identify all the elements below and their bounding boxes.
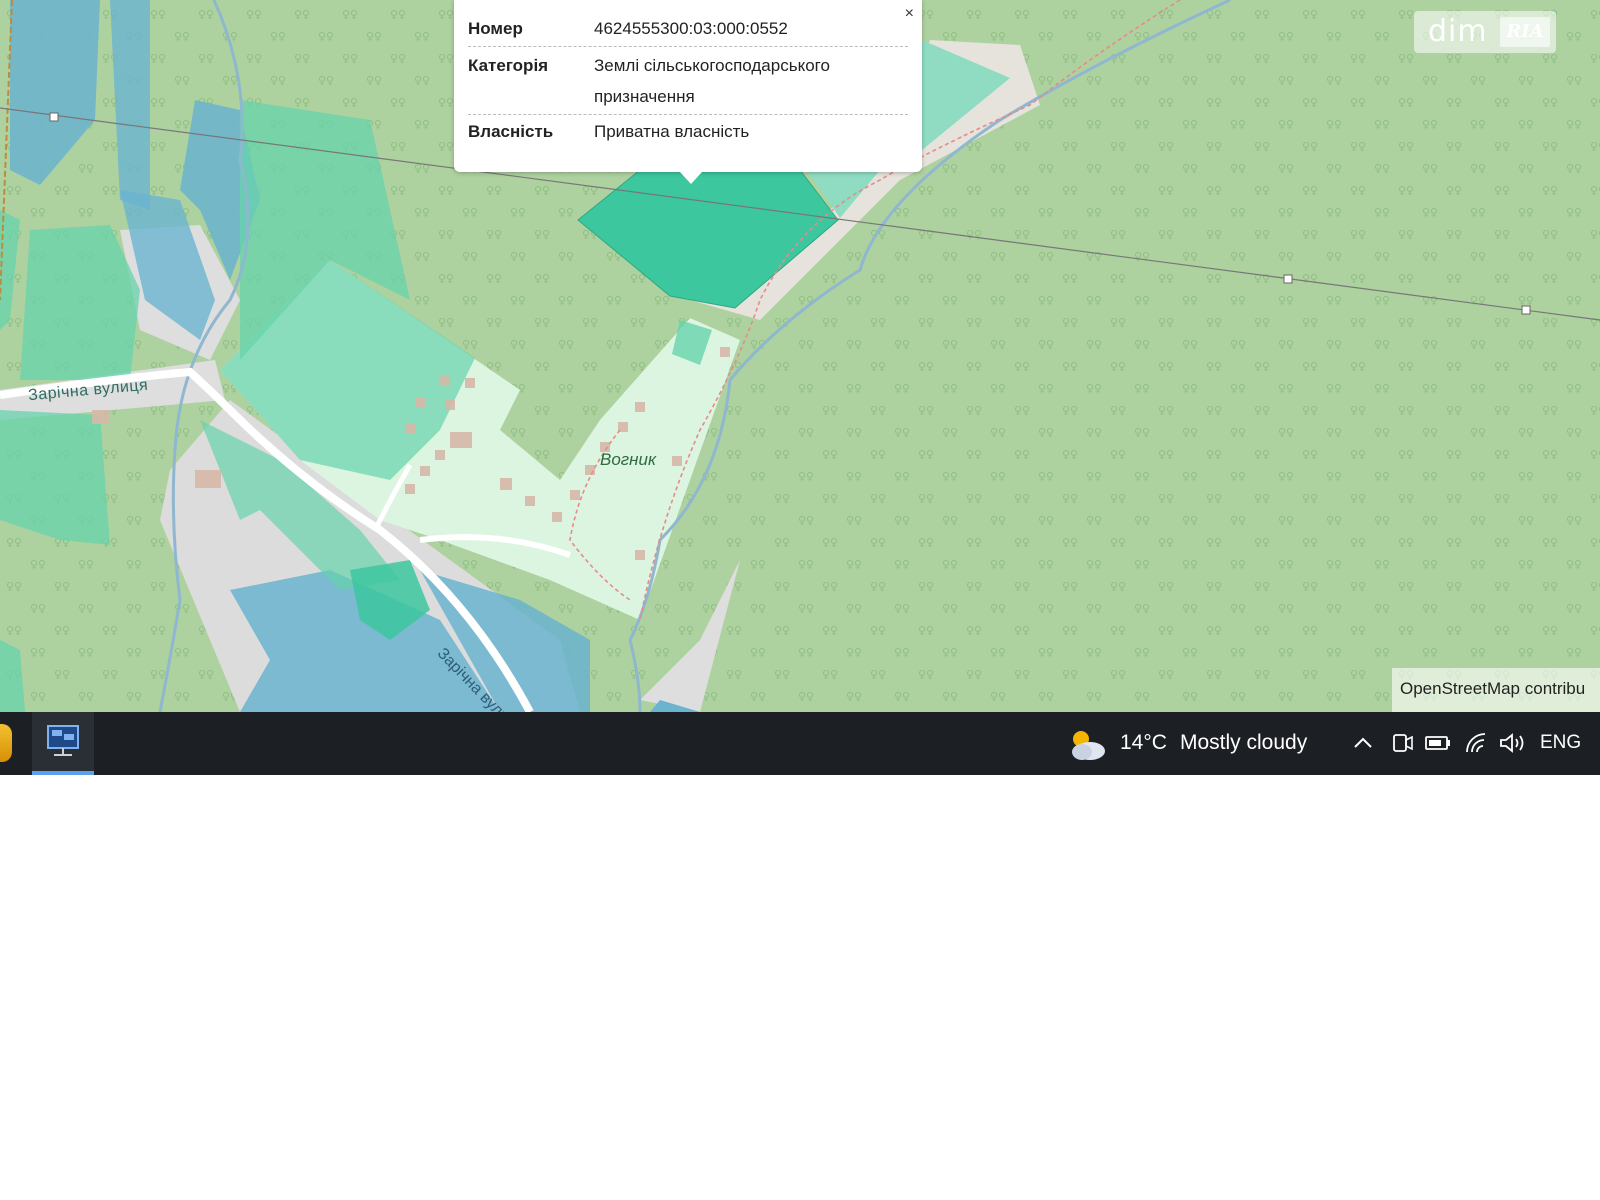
popup-value: 4624555300:03:000:0552	[594, 19, 788, 38]
popup-value: Землі сільськогосподарського призначення	[594, 56, 830, 106]
input-language[interactable]: ENG	[1540, 732, 1581, 754]
volume-icon[interactable]	[1498, 731, 1528, 755]
battery-icon[interactable]	[1424, 732, 1452, 754]
taskbar-app-network[interactable]	[32, 712, 94, 775]
dim-ria-logo: dim RIA	[1414, 11, 1556, 53]
popup-key: Категорія	[468, 56, 549, 75]
logo-dim-text: dim	[1428, 14, 1488, 49]
popup-key: Власність	[468, 122, 554, 141]
active-app-indicator	[32, 771, 94, 775]
weather-temperature[interactable]: 14°C	[1120, 731, 1167, 755]
place-label-vohnyk: Вогник	[600, 450, 657, 469]
meet-now-icon[interactable]	[1390, 730, 1414, 756]
start-icon[interactable]	[0, 724, 12, 762]
popup-value: Приватна власність	[594, 122, 750, 141]
windows-taskbar: 14°C Mostly cloudy ENG	[0, 712, 1600, 775]
weather-condition[interactable]: Mostly cloudy	[1180, 731, 1307, 755]
parcel-green[interactable]	[0, 410, 110, 545]
weather-cloud-icon[interactable]	[1066, 725, 1108, 763]
wifi-icon[interactable]	[1464, 732, 1490, 754]
popup-row-category: Категорія Землі сільськогосподарського п…	[468, 52, 908, 115]
map-attribution[interactable]: OpenStreetMap contribu	[1392, 668, 1600, 712]
power-tower	[1283, 274, 1293, 284]
power-tower	[49, 112, 59, 122]
popup-row-number: Номер 4624555300:03:000:0552	[468, 16, 908, 47]
power-tower	[1521, 305, 1531, 315]
network-app-icon	[47, 725, 79, 756]
parcel-info-popup: × Номер 4624555300:03:000:0552 Категорія…	[454, 0, 922, 172]
popup-key: Номер	[468, 19, 523, 38]
chevron-up-icon[interactable]	[1352, 732, 1374, 754]
popup-pointer	[680, 172, 702, 184]
map-view[interactable]: ♀♀ ♀♀	[0, 0, 1600, 712]
logo-ria-text: RIA	[1500, 17, 1550, 47]
popup-row-ownership: Власність Приватна власність	[468, 118, 908, 148]
